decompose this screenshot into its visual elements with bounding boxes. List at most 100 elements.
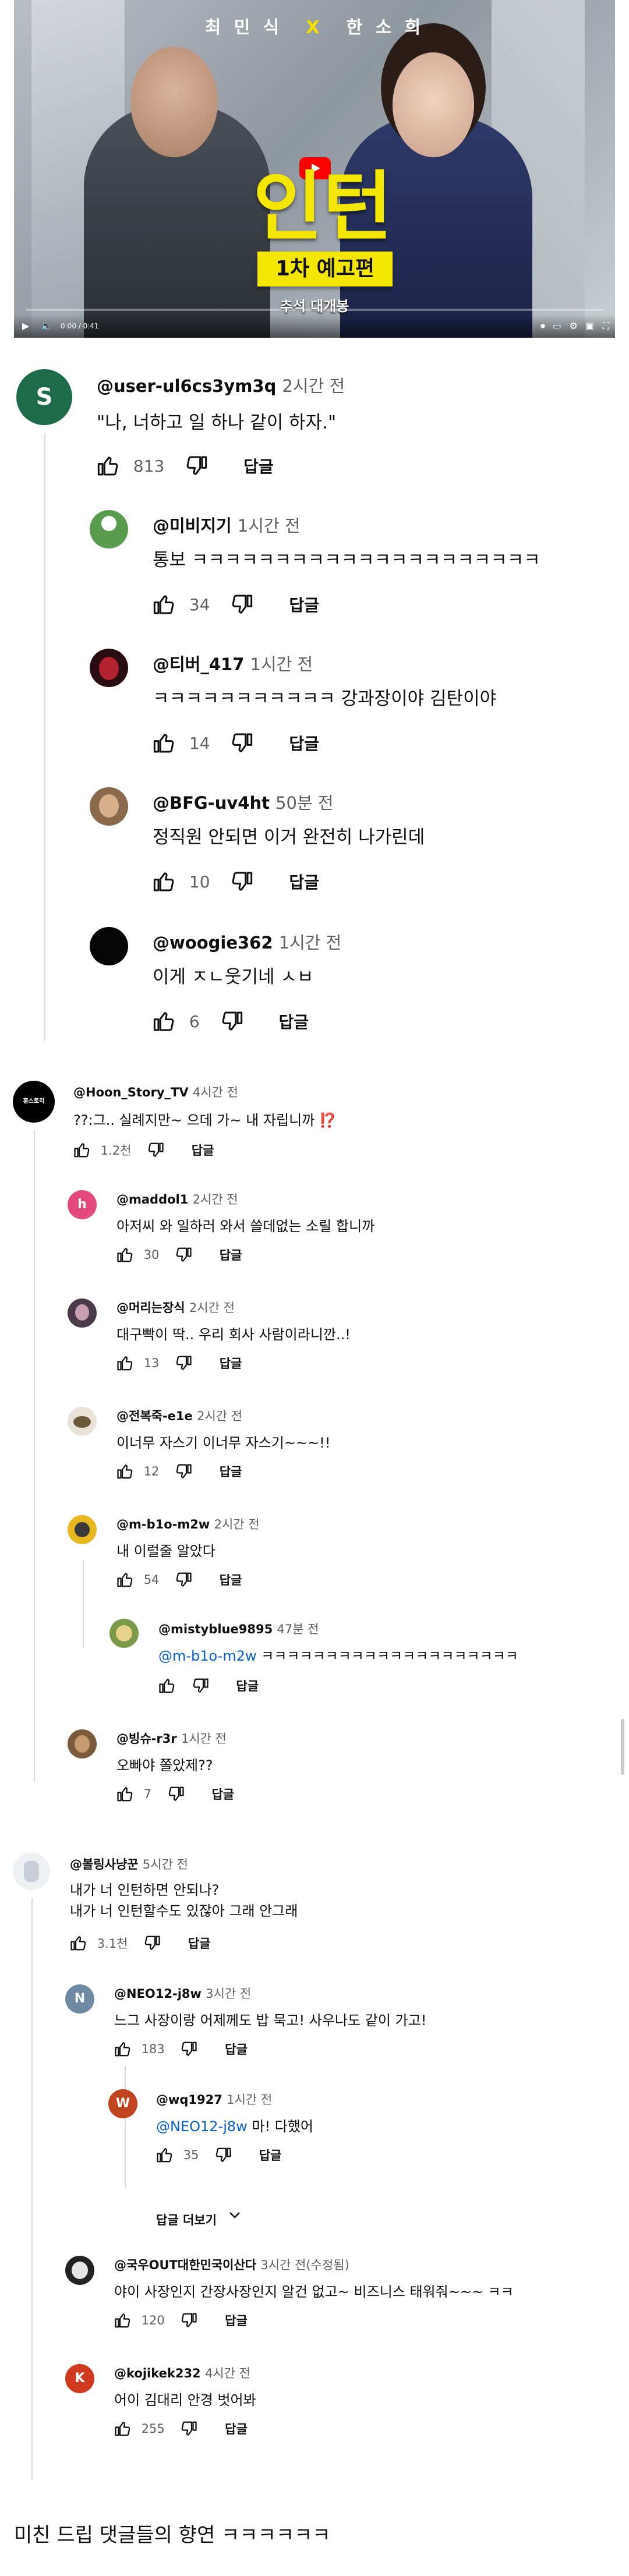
like-icon[interactable] xyxy=(116,1785,134,1803)
avatar[interactable] xyxy=(68,1407,97,1436)
comment-actions: 54 답글 xyxy=(116,1571,242,1588)
comment-author[interactable]: @BFG-uv4ht 50분 전 xyxy=(153,790,334,814)
miniplayer-icon[interactable]: ▣ xyxy=(585,320,594,332)
comment-author[interactable]: @볼링사냥꾼 5시간 전 xyxy=(70,1855,188,1873)
avatar[interactable]: h xyxy=(68,1190,97,1219)
like-icon[interactable] xyxy=(156,2146,174,2164)
comment-author[interactable]: @wq1927 1시간 전 xyxy=(156,2090,272,2108)
like-icon[interactable] xyxy=(116,1571,134,1588)
reply-button[interactable]: 답글 xyxy=(220,1246,242,1264)
mention-link[interactable]: @NEO12-j8w xyxy=(156,2118,248,2135)
comment-author[interactable]: @전복죽-e1e 2시간 전 xyxy=(116,1407,242,1424)
more-replies-button[interactable]: 답글 더보기 xyxy=(156,2207,243,2228)
like-icon[interactable] xyxy=(116,1463,134,1480)
reply-button[interactable]: 답글 xyxy=(289,593,319,616)
dislike-icon[interactable] xyxy=(180,2420,197,2437)
avatar[interactable] xyxy=(90,510,128,549)
avatar[interactable]: 훈스토리 xyxy=(13,1081,55,1123)
reply-button[interactable]: 답글 xyxy=(289,870,319,893)
reply-button[interactable]: 답글 xyxy=(225,2420,248,2437)
avatar[interactable] xyxy=(68,1515,97,1544)
dislike-icon[interactable] xyxy=(175,1571,192,1588)
dislike-icon[interactable] xyxy=(230,593,253,616)
reply-button[interactable]: 답글 xyxy=(192,1141,214,1159)
reply-button[interactable]: 답글 xyxy=(211,1785,234,1803)
dislike-icon[interactable] xyxy=(147,1141,164,1159)
fullscreen-icon[interactable]: ⛶ xyxy=(603,320,609,332)
dislike-icon[interactable] xyxy=(214,2146,232,2164)
avatar[interactable] xyxy=(90,649,128,687)
avatar[interactable]: W xyxy=(108,2089,137,2118)
reply-button[interactable]: 답글 xyxy=(225,2040,248,2058)
comment-author[interactable]: @woogie362 1시간 전 xyxy=(153,929,341,954)
like-icon[interactable] xyxy=(114,2312,132,2329)
dislike-icon[interactable] xyxy=(220,1010,243,1033)
comment-author[interactable]: @미비지기 1시간 전 xyxy=(153,512,301,537)
like-icon[interactable] xyxy=(116,1354,134,1372)
volume-icon[interactable]: 🔈 xyxy=(41,320,52,332)
dislike-icon[interactable] xyxy=(230,731,253,755)
dislike-icon[interactable] xyxy=(175,1354,192,1372)
avatar[interactable] xyxy=(109,1619,139,1648)
dislike-icon[interactable] xyxy=(192,1677,209,1694)
avatar[interactable] xyxy=(68,1729,97,1758)
comment-author[interactable]: @빙슈-r3r 1시간 전 xyxy=(116,1729,227,1747)
autoplay-toggle-icon[interactable]: ⏺ xyxy=(540,320,545,332)
reply-button[interactable]: 답글 xyxy=(279,1010,309,1033)
like-icon[interactable] xyxy=(70,1934,87,1952)
avatar[interactable]: N xyxy=(65,1984,94,2014)
avatar[interactable]: S xyxy=(16,369,72,425)
like-icon[interactable] xyxy=(114,2420,132,2437)
dislike-icon[interactable] xyxy=(143,1934,161,1952)
avatar[interactable] xyxy=(90,927,128,965)
dislike-icon[interactable] xyxy=(180,2040,197,2058)
comment-author[interactable]: @maddol1 2시간 전 xyxy=(116,1190,238,1208)
reply-button[interactable]: 답글 xyxy=(236,1677,259,1694)
settings-gear-icon[interactable]: ⚙ xyxy=(570,320,578,332)
like-icon[interactable] xyxy=(153,731,176,755)
like-icon[interactable] xyxy=(153,870,176,893)
like-icon[interactable] xyxy=(153,1010,176,1033)
scrollbar-thumb[interactable] xyxy=(621,1719,624,1775)
comment-author[interactable]: @user-ul6cs3ym3q 2시간 전 xyxy=(97,373,345,397)
like-icon[interactable] xyxy=(114,2040,132,2058)
avatar[interactable] xyxy=(13,1853,50,1890)
reply-button[interactable]: 답글 xyxy=(289,731,319,755)
comment-author[interactable]: @NEO12-j8w 3시간 전 xyxy=(114,1984,251,2002)
dislike-icon[interactable] xyxy=(180,2312,197,2329)
comment-author[interactable]: @머리는장식 2시간 전 xyxy=(116,1298,235,1316)
comment-author[interactable]: @티버_417 1시간 전 xyxy=(153,651,313,675)
reply-button[interactable]: 답글 xyxy=(220,1354,242,1372)
video-player[interactable]: 최 민 식X한 소 희 인턴 1차 예고편 추석 대개봉 ▶ 🔈 0:00 / … xyxy=(14,0,615,338)
reply-button[interactable]: 답글 xyxy=(220,1571,242,1588)
reply-button[interactable]: 답글 xyxy=(188,1934,211,1952)
dislike-icon[interactable] xyxy=(167,1785,185,1803)
dislike-icon[interactable] xyxy=(185,454,208,477)
reply-button[interactable]: 답글 xyxy=(225,2312,248,2329)
comment-actions: 12 답글 xyxy=(116,1463,242,1480)
dislike-icon[interactable] xyxy=(230,870,253,893)
avatar[interactable] xyxy=(68,1298,97,1328)
like-icon[interactable] xyxy=(153,593,176,616)
like-icon[interactable] xyxy=(116,1246,134,1264)
comment-author[interactable]: @mistyblue9895 47분 전 xyxy=(158,1620,319,1637)
comment-author[interactable]: @Hoon_Story_TV 4시간 전 xyxy=(73,1083,238,1101)
progress-bar[interactable] xyxy=(26,309,603,311)
comment-author[interactable]: @kojikek232 4시간 전 xyxy=(114,2364,250,2382)
reply-button[interactable]: 답글 xyxy=(243,454,274,477)
avatar[interactable]: K xyxy=(65,2364,94,2393)
play-icon[interactable]: ▶ xyxy=(22,320,29,332)
mention-link[interactable]: @m-b1o-m2w xyxy=(158,1648,257,1664)
avatar[interactable] xyxy=(65,2256,94,2285)
dislike-icon[interactable] xyxy=(175,1463,192,1480)
like-icon[interactable] xyxy=(73,1141,91,1159)
avatar[interactable] xyxy=(90,787,128,826)
reply-button[interactable]: 답글 xyxy=(259,2146,282,2164)
reply-button[interactable]: 답글 xyxy=(220,1463,242,1480)
captions-icon[interactable]: ▭ xyxy=(553,320,561,332)
dislike-icon[interactable] xyxy=(175,1246,192,1264)
comment-author[interactable]: @국우OUT대한민국이산다 3시간 전(수정됨) xyxy=(114,2256,349,2273)
like-icon[interactable] xyxy=(158,1677,176,1694)
comment-author[interactable]: @m-b1o-m2w 2시간 전 xyxy=(116,1515,260,1533)
like-icon[interactable] xyxy=(97,454,120,477)
